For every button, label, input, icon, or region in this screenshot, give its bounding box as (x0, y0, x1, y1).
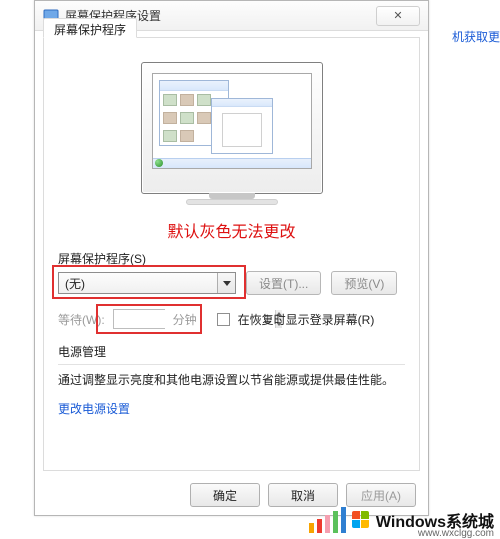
tab-content: 默认灰色无法更改 屏幕保护程序(S) (无) 设置(T)... 预览(V) 等待… (44, 38, 419, 470)
preview-start-orb-icon (155, 159, 163, 167)
wait-label: 等待(W): (58, 311, 105, 328)
wait-unit: 分钟 (173, 311, 197, 328)
close-icon: ✕ (393, 9, 402, 22)
preview-button[interactable]: 预览(V) (331, 271, 397, 295)
preview-taskbar (153, 158, 311, 168)
dialog-footer: 确定 取消 应用(A) (190, 483, 416, 507)
windows-logo-icon (352, 511, 370, 529)
power-group-label: 电源管理 (58, 343, 405, 360)
monitor-preview (141, 62, 323, 194)
apply-button[interactable]: 应用(A) (346, 483, 416, 507)
watermark-url: www.wxclgg.com (418, 528, 494, 539)
power-description: 通过调整显示亮度和其他电源设置以节省能源或提供最佳性能。 (58, 371, 405, 390)
close-button[interactable]: ✕ (376, 6, 420, 26)
annotation-text: 默认灰色无法更改 (58, 218, 405, 242)
external-link-fragment[interactable]: 机获取更 (452, 28, 500, 45)
watermark: Windows系统城 www.wxclgg.com (309, 507, 494, 533)
ok-button[interactable]: 确定 (190, 483, 260, 507)
tab-strip: 屏幕保护程序 (43, 18, 137, 38)
wait-minutes-spinner[interactable] (113, 309, 165, 329)
screensaver-settings-dialog: 屏幕保护程序设置 ✕ 屏幕保护程序 (34, 0, 429, 516)
screensaver-select[interactable]: (无) (58, 272, 236, 294)
monitor-preview-area (58, 62, 405, 194)
resume-login-label: 在恢复时显示登录屏幕(R) (238, 311, 375, 328)
group-divider (58, 364, 405, 365)
dialog-client-area: 屏幕保护程序 (43, 37, 420, 471)
change-power-settings-link[interactable]: 更改电源设置 (58, 400, 130, 417)
watermark-bars-icon (309, 507, 346, 533)
screensaver-selected-value: (无) (59, 275, 91, 292)
tab-screensaver[interactable]: 屏幕保护程序 (43, 18, 137, 38)
cancel-button[interactable]: 取消 (268, 483, 338, 507)
screensaver-label: 屏幕保护程序(S) (58, 250, 405, 267)
resume-login-checkbox[interactable] (217, 313, 230, 326)
chevron-down-icon (223, 281, 231, 286)
preview-screen (152, 73, 312, 169)
settings-button[interactable]: 设置(T)... (246, 271, 321, 295)
preview-window-document (211, 98, 273, 154)
dropdown-button[interactable] (217, 273, 235, 293)
